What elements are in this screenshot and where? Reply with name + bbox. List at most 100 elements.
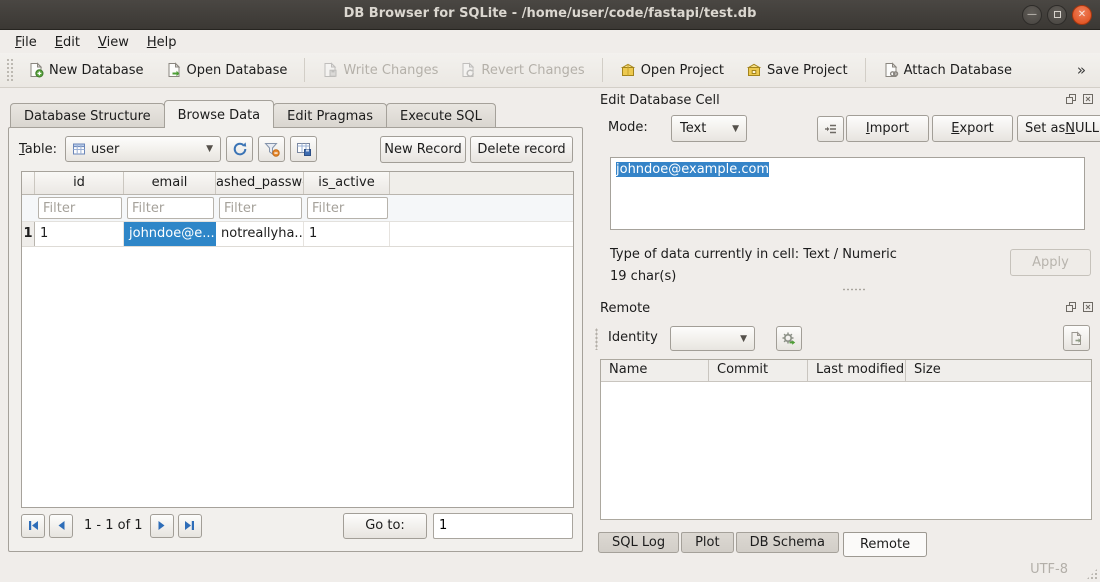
- new-database-label: New Database: [49, 63, 144, 78]
- mode-select[interactable]: Text ▼: [671, 115, 747, 142]
- column-header-email[interactable]: email: [124, 172, 216, 194]
- previous-record-icon: [56, 520, 67, 531]
- filter-input-hashed-password[interactable]: [219, 197, 302, 219]
- data-grid: id email ashed_passwor is_active 1 1: [21, 171, 574, 508]
- set-as-null-button[interactable]: Set as NULL: [1017, 115, 1100, 142]
- remote-table-header: Name Commit Last modified Size: [601, 360, 1091, 382]
- open-database-button[interactable]: Open Database: [158, 57, 296, 83]
- import-button[interactable]: Import: [846, 115, 929, 142]
- delete-record-button[interactable]: Delete record: [470, 136, 573, 163]
- revert-changes-label: Revert Changes: [481, 63, 584, 78]
- export-button[interactable]: Export: [932, 115, 1013, 142]
- revert-changes-button: Revert Changes: [452, 57, 592, 83]
- remote-column-size[interactable]: Size: [906, 360, 1091, 381]
- tab-execute-sql[interactable]: Execute SQL: [386, 103, 496, 128]
- row-header[interactable]: 1: [22, 222, 35, 246]
- chevron-down-icon: ▼: [199, 144, 220, 154]
- attach-database-label: Attach Database: [904, 63, 1012, 78]
- save-project-button[interactable]: Save Project: [738, 57, 856, 83]
- grid-filter-row: [22, 195, 573, 222]
- tab-database-structure[interactable]: Database Structure: [10, 103, 165, 128]
- goto-button[interactable]: Go to:: [343, 513, 427, 539]
- browse-data-pane: Database Structure Browse Data Edit Prag…: [8, 100, 583, 552]
- close-button[interactable]: ✕: [1072, 5, 1092, 25]
- menu-edit[interactable]: Edit: [46, 33, 89, 52]
- cell-is-active[interactable]: 1: [304, 222, 390, 246]
- revert-changes-icon: [460, 62, 476, 78]
- filter-input-email[interactable]: [127, 197, 214, 219]
- next-record-icon: [156, 520, 167, 531]
- remote-column-name[interactable]: Name: [601, 360, 709, 381]
- next-record-button[interactable]: [150, 514, 174, 538]
- cell-hashed-password[interactable]: notreallyha...: [216, 222, 304, 246]
- clear-filters-button[interactable]: [258, 136, 285, 162]
- apply-button: Apply: [1010, 249, 1091, 276]
- maximize-icon: [1054, 11, 1061, 18]
- new-database-button[interactable]: New Database: [20, 57, 152, 83]
- goto-input[interactable]: [433, 513, 573, 539]
- remote-dock-title: Remote: [600, 301, 650, 316]
- mode-select-value: Text: [680, 121, 706, 136]
- column-header-hashed-password[interactable]: ashed_passwor: [216, 172, 304, 194]
- cell-email-selected[interactable]: johndoe@e...: [124, 222, 216, 246]
- toolbar-drag-handle[interactable]: [6, 58, 13, 82]
- filter-input-id[interactable]: [38, 197, 122, 219]
- grid-corner[interactable]: [22, 172, 35, 194]
- float-dock-icon[interactable]: [1064, 300, 1078, 314]
- first-record-button[interactable]: [21, 514, 45, 538]
- menu-view[interactable]: View: [89, 33, 138, 52]
- table-select[interactable]: user ▼: [65, 136, 221, 162]
- encoding-label: UTF-8: [1030, 562, 1068, 577]
- dock-splitter-handle[interactable]: [842, 288, 866, 291]
- manage-identities-button[interactable]: [776, 326, 802, 351]
- tab-edit-pragmas[interactable]: Edit Pragmas: [273, 103, 387, 128]
- tab-db-schema[interactable]: DB Schema: [736, 532, 839, 553]
- chevron-down-icon: ▼: [725, 124, 746, 134]
- menu-help[interactable]: Help: [138, 33, 186, 52]
- table-row: 1 1 johndoe@e... notreallyha... 1: [22, 222, 573, 247]
- float-dock-icon[interactable]: [1064, 92, 1078, 106]
- tab-plot[interactable]: Plot: [681, 532, 734, 553]
- save-table-view-button[interactable]: [290, 136, 317, 162]
- edit-cell-dock-controls: [1064, 92, 1095, 106]
- menu-file[interactable]: File: [6, 33, 46, 52]
- previous-record-button[interactable]: [49, 514, 73, 538]
- edit-cell-mode-row: Mode: Text ▼ Import Export Set as NULL: [608, 115, 1092, 142]
- tab-browse-data[interactable]: Browse Data: [164, 100, 275, 128]
- column-header-is-active[interactable]: is_active: [304, 172, 390, 194]
- tab-remote[interactable]: Remote: [843, 532, 927, 557]
- filter-input-is-active[interactable]: [307, 197, 388, 219]
- word-wrap-button[interactable]: [817, 116, 844, 142]
- close-dock-icon[interactable]: [1081, 92, 1095, 106]
- save-project-label: Save Project: [767, 63, 848, 78]
- write-changes-icon: [322, 62, 338, 78]
- open-project-button[interactable]: Open Project: [612, 57, 732, 83]
- last-record-button[interactable]: [178, 514, 202, 538]
- cell-type-label: Type of data currently in cell: Text / N…: [610, 244, 897, 266]
- cell-id[interactable]: 1: [35, 222, 124, 246]
- refresh-button[interactable]: [226, 136, 253, 162]
- maximize-button[interactable]: [1047, 5, 1067, 25]
- remote-column-commit[interactable]: Commit: [709, 360, 808, 381]
- dock-area: Edit Database Cell Mode: Text ▼ Import E…: [592, 88, 1100, 560]
- menu-bar: File Edit View Help: [0, 31, 1100, 53]
- toolbar-separator: [304, 58, 305, 82]
- tab-sql-log[interactable]: SQL Log: [598, 532, 679, 553]
- close-dock-icon[interactable]: [1081, 300, 1095, 314]
- title-bar[interactable]: DB Browser for SQLite - /home/user/code/…: [0, 0, 1100, 30]
- cell-editor[interactable]: johndoe@example.com: [610, 157, 1085, 230]
- identity-select[interactable]: ▼: [670, 326, 755, 351]
- remote-column-last-modified[interactable]: Last modified: [808, 360, 906, 381]
- new-record-button[interactable]: New Record: [380, 136, 466, 163]
- toolbar-drag-handle[interactable]: [595, 328, 598, 350]
- resize-grip-icon[interactable]: [1086, 568, 1098, 580]
- attach-database-button[interactable]: Attach Database: [875, 57, 1020, 83]
- column-header-id[interactable]: id: [35, 172, 124, 194]
- cell-editor-selected-text: johndoe@example.com: [616, 162, 769, 177]
- toolbar-overflow-button[interactable]: »: [1071, 59, 1092, 81]
- clone-database-button[interactable]: [1063, 325, 1090, 351]
- browse-data-groupbox: Table: user ▼: [8, 127, 583, 552]
- edit-cell-dock-title: Edit Database Cell: [600, 93, 720, 108]
- minimize-button[interactable]: —: [1022, 5, 1042, 25]
- column-header-filler: [390, 172, 573, 194]
